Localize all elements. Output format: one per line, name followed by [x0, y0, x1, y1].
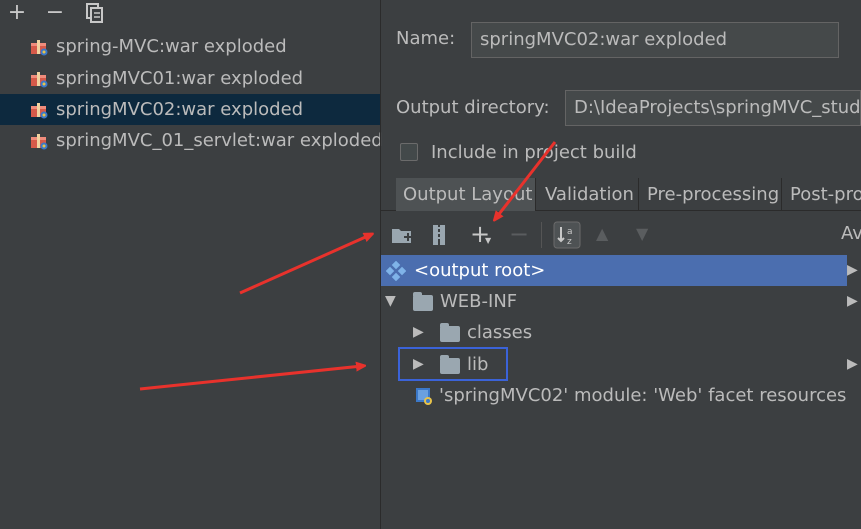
war-artifact-icon — [31, 72, 48, 88]
folder-icon — [413, 292, 433, 311]
move-down-icon[interactable]: ▼ — [636, 224, 648, 243]
svg-text:a: a — [567, 227, 573, 237]
name-value: springMVC02:war exploded — [480, 29, 728, 50]
tree-item-facet-resources[interactable]: 'springMVC02' module: 'Web' facet resour… — [381, 380, 861, 411]
remove-icon[interactable]: − — [509, 220, 529, 248]
war-artifact-icon — [31, 40, 48, 56]
tab-validation[interactable]: Validation — [538, 178, 639, 211]
svg-text:z: z — [567, 237, 572, 247]
output-directory-value: D:\IdeaProjects\springMVC_study — [574, 97, 861, 118]
tree-label: classes — [467, 322, 533, 343]
scroll-gutter: ▶ — [847, 255, 861, 286]
sort-alphabetically-icon[interactable]: az — [553, 221, 581, 249]
folder-icon — [440, 323, 460, 342]
artifact-item[interactable]: springMVC01:war exploded — [0, 63, 380, 94]
tree-item-output-root[interactable]: <output root> — [381, 255, 847, 286]
toolbar-separator — [541, 222, 542, 248]
include-build-checkbox[interactable] — [400, 143, 418, 161]
expand-right-icon[interactable]: ▶ — [847, 262, 858, 278]
tree-item-classes[interactable]: ▶ classes — [381, 317, 861, 348]
tab-label: Post-pro — [790, 184, 861, 205]
tab-pre-processing[interactable]: Pre-processing — [640, 178, 782, 211]
output-root-icon — [386, 261, 406, 281]
include-build-label: Include in project build — [431, 142, 637, 163]
artifact-item[interactable]: spring-MVC:war exploded — [0, 31, 380, 62]
output-directory-label: Output directory: — [396, 97, 550, 118]
name-label: Name: — [396, 28, 456, 49]
create-directory-icon[interactable] — [391, 225, 413, 245]
artifacts-panel: + − spring-MVC:war exploded springMVC01:… — [0, 0, 383, 529]
highlight-box — [398, 347, 508, 381]
expand-right-icon[interactable]: ▶ — [847, 349, 858, 380]
chevron-right-icon[interactable]: ▶ — [413, 317, 424, 348]
tab-post-processing[interactable]: Post-pro — [783, 178, 861, 211]
tab-label: Validation — [545, 184, 634, 205]
expand-right-icon[interactable]: ▶ — [847, 286, 858, 317]
plus-icon[interactable]: + — [6, 2, 28, 24]
tab-label: Output Layout — [403, 184, 533, 205]
artifact-item[interactable]: springMVC_01_servlet:war exploded — [0, 125, 383, 156]
tab-label: Pre-processing — [647, 184, 780, 205]
war-artifact-icon — [31, 134, 48, 150]
create-archive-icon[interactable] — [431, 224, 447, 246]
tree-label: 'springMVC02' module: 'Web' facet resour… — [439, 385, 847, 406]
artifact-item-selected[interactable]: springMVC02:war exploded — [0, 94, 380, 125]
tree-label: WEB-INF — [440, 291, 518, 312]
tab-output-layout[interactable]: Output Layout — [396, 178, 536, 211]
tree-label: <output root> — [414, 260, 546, 281]
war-artifact-icon — [31, 103, 48, 119]
chevron-down-icon[interactable]: ▼ — [385, 286, 396, 317]
minus-icon[interactable]: − — [44, 2, 66, 24]
dropdown-arrow-icon: ▼ — [485, 236, 492, 245]
tree-item-web-inf[interactable]: ▼ WEB-INF ▶ — [381, 286, 861, 317]
move-up-icon[interactable]: ▲ — [596, 224, 608, 243]
web-facet-icon — [416, 388, 432, 405]
name-input[interactable]: springMVC02:war exploded — [471, 22, 839, 58]
output-directory-input[interactable]: D:\IdeaProjects\springMVC_study — [565, 90, 861, 126]
artifact-settings-panel: Name: springMVC02:war exploded Output di… — [381, 0, 861, 529]
artifact-label: springMVC01:war exploded — [56, 68, 304, 89]
available-elements-label: Av — [841, 223, 861, 244]
artifact-label: spring-MVC:war exploded — [56, 36, 287, 57]
copy-icon[interactable] — [84, 2, 106, 24]
artifact-label: springMVC02:war exploded — [56, 99, 304, 120]
artifact-label: springMVC_01_servlet:war exploded — [56, 130, 383, 151]
